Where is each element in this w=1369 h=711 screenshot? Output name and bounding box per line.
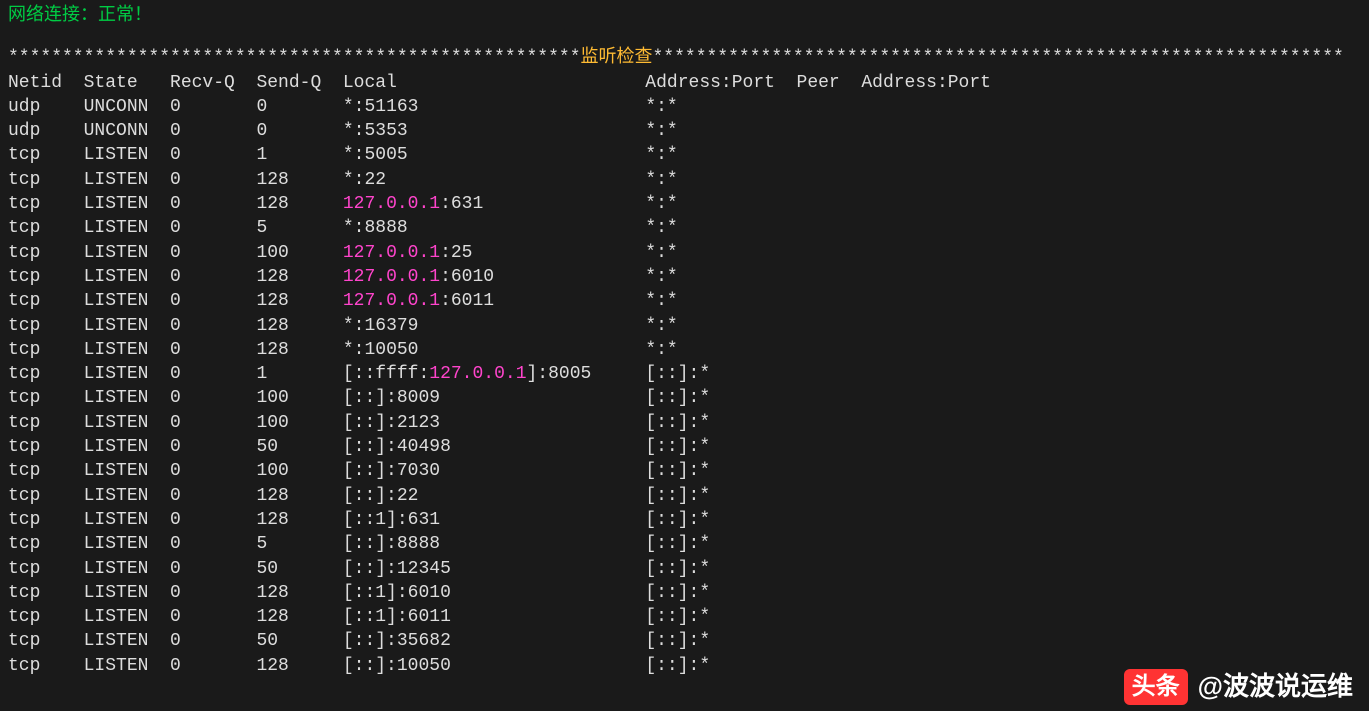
row-left: tcp LISTEN 0 128 <box>8 267 343 287</box>
row-left: tcp LISTEN 0 128 *: <box>8 170 364 190</box>
row-left: tcp LISTEN 0 5 [::]: <box>8 534 397 554</box>
row-left: tcp LISTEN 0 128 [::1]: <box>8 607 408 627</box>
table-row: tcp LISTEN 0 128 127.0.0.1:631 *:* <box>8 192 1361 216</box>
table-row: tcp LISTEN 0 128 *:10050 *:* <box>8 338 1361 362</box>
row-left: tcp LISTEN 0 50 [::]: <box>8 631 397 651</box>
table-row: tcp LISTEN 0 128 127.0.0.1:6010 *:* <box>8 265 1361 289</box>
row-left: tcp LISTEN 0 5 *: <box>8 218 364 238</box>
local-ip: 127.0.0.1 <box>343 291 440 311</box>
row-right: :25 *:* <box>440 243 678 263</box>
table-row: tcp LISTEN 0 128 127.0.0.1:6011 *:* <box>8 289 1361 313</box>
row-right: 12345 [::]:* <box>397 559 710 579</box>
table-row: tcp LISTEN 0 128 [::1]:6010 [::]:* <box>8 581 1361 605</box>
row-left: tcp LISTEN 0 50 [::]: <box>8 437 397 457</box>
table-row: tcp LISTEN 0 128 *:16379 *:* <box>8 314 1361 338</box>
table-row: tcp LISTEN 0 100 [::]:7030 [::]:* <box>8 459 1361 483</box>
row-left: tcp LISTEN 0 128 <box>8 291 343 311</box>
local-ip: 127.0.0.1 <box>429 364 526 384</box>
table-row: tcp LISTEN 0 5 *:8888 *:* <box>8 216 1361 240</box>
row-right: 10050 [::]:* <box>397 656 710 676</box>
row-right: :6010 *:* <box>440 267 678 287</box>
divider-stars-left: ****************************************… <box>8 48 581 68</box>
row-right: 7030 [::]:* <box>397 461 710 481</box>
row-right: 40498 [::]:* <box>397 437 710 457</box>
row-left: tcp LISTEN 0 100 [::]: <box>8 413 397 433</box>
table-row: tcp LISTEN 0 100 [::]:8009 [::]:* <box>8 386 1361 410</box>
row-left: tcp LISTEN 0 128 *: <box>8 340 364 360</box>
row-right: 631 [::]:* <box>408 510 710 530</box>
row-right: 2123 [::]:* <box>397 413 710 433</box>
local-ip: 127.0.0.1 <box>343 243 440 263</box>
table-body: udp UNCONN 0 0 *:51163 *:*udp UNCONN 0 0… <box>8 95 1361 678</box>
table-row: tcp LISTEN 0 100 127.0.0.1:25 *:* <box>8 241 1361 265</box>
table-row: tcp LISTEN 0 50 [::]:12345 [::]:* <box>8 557 1361 581</box>
row-left: tcp LISTEN 0 128 <box>8 194 343 214</box>
row-left: tcp LISTEN 0 50 [::]: <box>8 559 397 579</box>
table-row: tcp LISTEN 0 50 [::]:40498 [::]:* <box>8 435 1361 459</box>
row-right: 51163 *:* <box>364 97 677 117</box>
row-left: tcp LISTEN 0 128 [::]: <box>8 656 397 676</box>
divider-stars-right: ****************************************… <box>653 48 1344 68</box>
table-row: tcp LISTEN 0 1 [::ffff:127.0.0.1]:8005 [… <box>8 362 1361 386</box>
row-left: udp UNCONN 0 0 *: <box>8 121 364 141</box>
row-right: :6011 *:* <box>440 291 678 311</box>
network-status: 网络连接：正常！ <box>8 4 1361 28</box>
row-right: 35682 [::]:* <box>397 631 710 651</box>
row-right: 10050 *:* <box>364 340 677 360</box>
row-right: :631 *:* <box>440 194 678 214</box>
row-left: tcp LISTEN 0 100 [::]: <box>8 388 397 408</box>
watermark-logo: 头条 <box>1124 669 1188 705</box>
local-ip: 127.0.0.1 <box>343 194 440 214</box>
row-right: 8888 [::]:* <box>397 534 710 554</box>
table-row: udp UNCONN 0 0 *:51163 *:* <box>8 95 1361 119</box>
table-row: tcp LISTEN 0 5 [::]:8888 [::]:* <box>8 532 1361 556</box>
row-right: 8888 *:* <box>364 218 677 238</box>
row-left: tcp LISTEN 0 1 [::ffff: <box>8 364 429 384</box>
table-row: tcp LISTEN 0 50 [::]:35682 [::]:* <box>8 629 1361 653</box>
watermark: 头条 @波波说运维 <box>1124 669 1353 705</box>
row-left: tcp LISTEN 0 128 *: <box>8 316 364 336</box>
row-right: 22 [::]:* <box>397 486 710 506</box>
table-row: tcp LISTEN 0 128 *:22 *:* <box>8 168 1361 192</box>
local-ip: 127.0.0.1 <box>343 267 440 287</box>
row-right: 5353 *:* <box>364 121 677 141</box>
row-left: tcp LISTEN 0 1 *: <box>8 145 364 165</box>
table-row: tcp LISTEN 0 128 [::1]:631 [::]:* <box>8 508 1361 532</box>
table-row: udp UNCONN 0 0 *:5353 *:* <box>8 119 1361 143</box>
table-row: tcp LISTEN 0 128 [::]:22 [::]:* <box>8 484 1361 508</box>
row-left: tcp LISTEN 0 128 [::]: <box>8 486 397 506</box>
row-right: 8009 [::]:* <box>397 388 710 408</box>
row-left: tcp LISTEN 0 128 [::1]: <box>8 583 408 603</box>
row-right: 6010 [::]:* <box>408 583 710 603</box>
row-right: 22 *:* <box>364 170 677 190</box>
row-right: ]:8005 [::]:* <box>527 364 711 384</box>
row-left: tcp LISTEN 0 100 <box>8 243 343 263</box>
row-left: tcp LISTEN 0 100 [::]: <box>8 461 397 481</box>
divider-title: 监听检查 <box>581 48 653 68</box>
row-left: udp UNCONN 0 0 *: <box>8 97 364 117</box>
row-left: tcp LISTEN 0 128 [::1]: <box>8 510 408 530</box>
section-divider: ****************************************… <box>8 46 1361 70</box>
row-right: 6011 [::]:* <box>408 607 710 627</box>
table-row: tcp LISTEN 0 128 [::1]:6011 [::]:* <box>8 605 1361 629</box>
watermark-text: @波波说运维 <box>1198 669 1353 704</box>
table-header: Netid State Recv-Q Send-Q Local Address:… <box>8 71 1361 95</box>
row-right: 16379 *:* <box>364 316 677 336</box>
table-row: tcp LISTEN 0 100 [::]:2123 [::]:* <box>8 411 1361 435</box>
row-right: 5005 *:* <box>364 145 677 165</box>
table-row: tcp LISTEN 0 1 *:5005 *:* <box>8 143 1361 167</box>
